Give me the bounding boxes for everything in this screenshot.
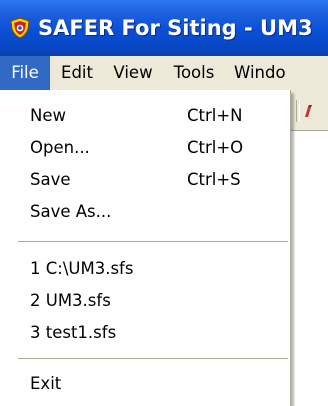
menu-item-recent-1[interactable]: 1 C:\UM3.sfs	[0, 253, 290, 285]
menu-item-label: Open...	[30, 138, 90, 157]
toolbar-separator	[296, 100, 300, 122]
menu-item-label: 2 UM3.sfs	[30, 291, 111, 310]
menu-item-open[interactable]: Open... Ctrl+O	[0, 132, 290, 164]
menu-item-label: New	[30, 106, 66, 125]
menu-item-shortcut: Ctrl+O	[187, 138, 244, 157]
menu-item-save-as[interactable]: Save As...	[0, 196, 290, 228]
menu-item-shortcut: Ctrl+N	[187, 106, 243, 125]
menu-edit[interactable]: Edit	[50, 56, 104, 90]
menu-item-label: Save As...	[30, 202, 112, 221]
file-menu-dropdown: New Ctrl+N Open... Ctrl+O Save Ctrl+S Sa…	[0, 90, 291, 406]
menu-separator	[18, 358, 288, 360]
menu-item-exit[interactable]: Exit	[0, 368, 290, 400]
menu-item-recent-3[interactable]: 3 test1.sfs	[0, 317, 290, 349]
menu-item-recent-2[interactable]: 2 UM3.sfs	[0, 285, 290, 317]
menu-file[interactable]: File	[0, 56, 50, 90]
title-bar[interactable]: SAFER For Siting - UM3	[0, 0, 328, 56]
menu-item-label: Exit	[30, 374, 62, 393]
menu-item-label: Save	[30, 170, 71, 189]
app-window: SAFER For Siting - UM3 File Edit View To…	[0, 0, 328, 406]
window-title: SAFER For Siting - UM3	[38, 16, 313, 40]
menu-view[interactable]: View	[104, 56, 162, 90]
toolbar-button-icon[interactable]	[302, 103, 318, 119]
menu-item-shortcut: Ctrl+S	[187, 170, 241, 189]
menu-separator	[18, 241, 288, 243]
menu-item-label: 1 C:\UM3.sfs	[30, 259, 134, 278]
shield-icon[interactable]	[9, 17, 31, 39]
menu-item-save[interactable]: Save Ctrl+S	[0, 164, 290, 196]
menu-item-label: 3 test1.sfs	[30, 323, 117, 342]
menu-item-new[interactable]: New Ctrl+N	[0, 100, 290, 132]
menu-window[interactable]: Windo	[226, 56, 296, 90]
menu-bar: File Edit View Tools Windo	[0, 56, 328, 90]
menu-tools[interactable]: Tools	[162, 56, 226, 90]
